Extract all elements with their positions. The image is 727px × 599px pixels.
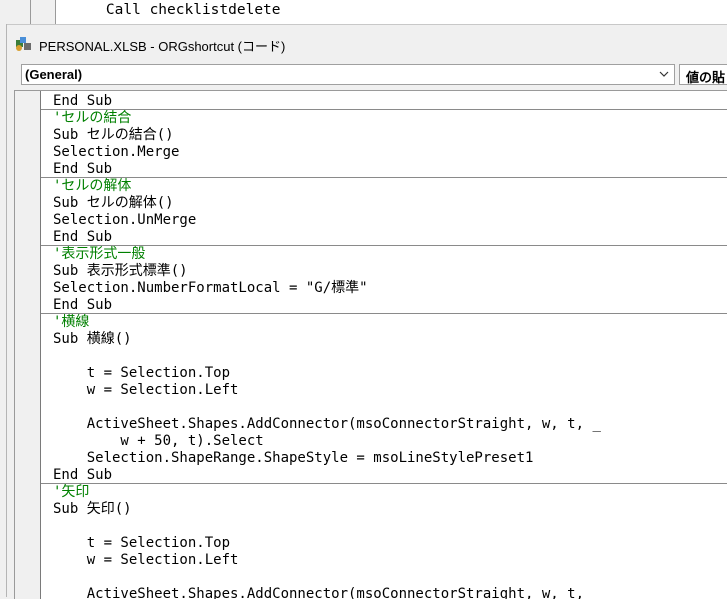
- code-line[interactable]: w = Selection.Left: [53, 552, 727, 569]
- code-line[interactable]: Sub 横線(): [53, 331, 727, 348]
- code-line[interactable]: t = Selection.Top: [53, 535, 727, 552]
- code-line[interactable]: Selection.NumberFormatLocal = "G/標準": [53, 280, 727, 297]
- code-line[interactable]: Sub セルの解体(): [53, 195, 727, 212]
- comment-line[interactable]: 'セルの結合: [41, 109, 727, 127]
- code-line[interactable]: Sub 矢印(): [53, 501, 727, 518]
- code-line[interactable]: Sub セルの結合(): [53, 127, 727, 144]
- object-dropdown[interactable]: (General): [21, 64, 675, 85]
- code-line[interactable]: t = Selection.Top: [53, 365, 727, 382]
- procedure-dropdown[interactable]: 値の貼り付け: [679, 64, 727, 85]
- code-line[interactable]: [53, 569, 727, 586]
- comment-line[interactable]: 'セルの解体: [41, 177, 727, 195]
- comment-line[interactable]: '矢印: [41, 483, 727, 501]
- object-dropdown-value: (General): [25, 67, 83, 82]
- code-line[interactable]: Selection.ShapeRange.ShapeStyle = msoLin…: [53, 450, 727, 467]
- window-title: PERSONAL.XLSB - ORGshortcut (コード): [39, 39, 286, 54]
- code-line[interactable]: w = Selection.Left: [53, 382, 727, 399]
- background-margin-divider: [30, 0, 31, 24]
- code-line[interactable]: ActiveSheet.Shapes.AddConnector(msoConne…: [53, 586, 727, 599]
- editor-margin[interactable]: [15, 91, 41, 599]
- comment-line[interactable]: '横線: [41, 313, 727, 331]
- code-line[interactable]: w + 50, t).Select: [53, 433, 727, 450]
- chevron-down-icon[interactable]: [658, 68, 670, 80]
- code-line[interactable]: Sub 表示形式標準(): [53, 263, 727, 280]
- code-line[interactable]: End Sub: [53, 229, 727, 246]
- background-code-line[interactable]: Call checklistdelete: [71, 2, 281, 18]
- code-line[interactable]: [53, 518, 727, 535]
- title-bar[interactable]: PERSONAL.XLSB - ORGshortcut (コード): [7, 25, 727, 60]
- code-line[interactable]: End Sub: [53, 161, 727, 178]
- background-margin: [0, 0, 56, 24]
- code-line[interactable]: Selection.Merge: [53, 144, 727, 161]
- code-line[interactable]: Selection.UnMerge: [53, 212, 727, 229]
- background-code-window: Call checklistdelete: [0, 0, 727, 24]
- code-line[interactable]: [53, 348, 727, 365]
- code-line[interactable]: End Sub: [53, 467, 727, 484]
- vba-code-window[interactable]: PERSONAL.XLSB - ORGshortcut (コード) (Gener…: [7, 24, 727, 599]
- code-line[interactable]: End Sub: [53, 93, 727, 110]
- comment-line[interactable]: '表示形式一般: [41, 245, 727, 263]
- code-editor[interactable]: End Sub 'セルの結合 Sub セルの結合() Selection.Merge E…: [14, 90, 727, 599]
- code-line[interactable]: End Sub: [53, 297, 727, 314]
- code-line[interactable]: [53, 399, 727, 416]
- background-window-edge: [0, 24, 7, 597]
- procedure-dropdown-value: 値の貼り付け: [686, 70, 727, 85]
- code-area[interactable]: End Sub 'セルの結合 Sub セルの結合() Selection.Merge E…: [41, 93, 727, 599]
- vba-module-icon: [16, 37, 31, 51]
- code-line[interactable]: ActiveSheet.Shapes.AddConnector(msoConne…: [53, 416, 727, 433]
